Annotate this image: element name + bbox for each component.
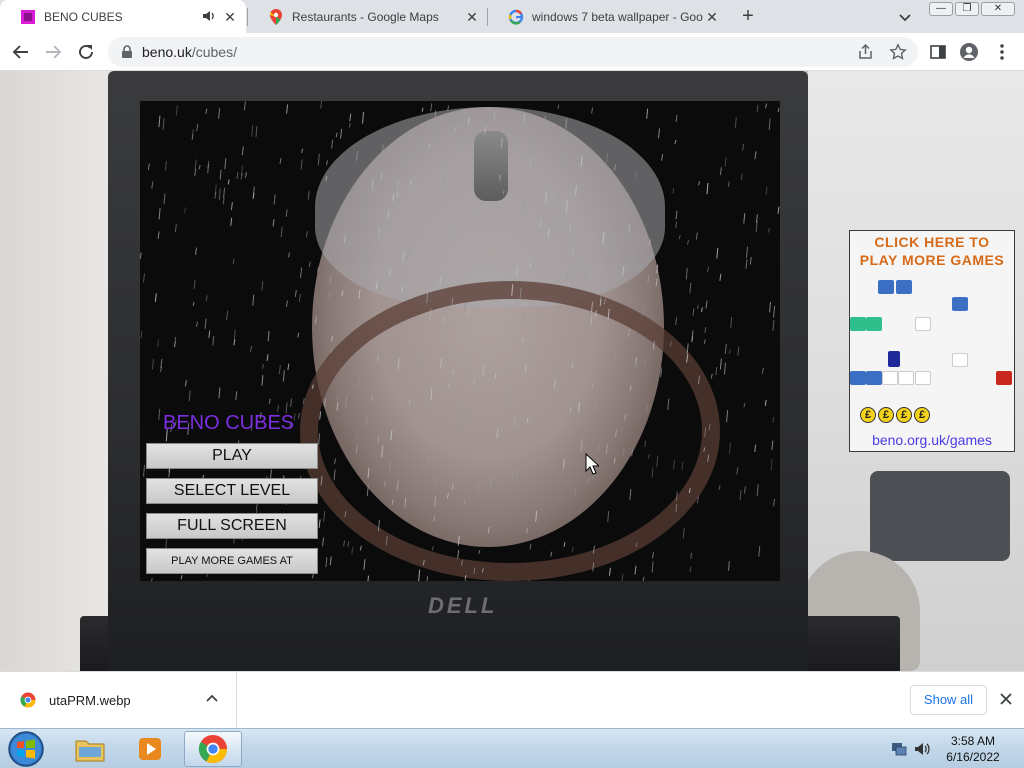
rain-effect [140,101,780,581]
close-icon[interactable] [998,691,1014,707]
page-content: DELL BENO CUBES PLAY SELECT LEVEL FULL S… [0,71,1024,671]
url-host: beno.uk [142,44,192,60]
close-tab-icon[interactable]: ✕ [222,9,238,25]
blue-cube [878,280,894,294]
blue-cube [952,297,968,311]
player-character-icon [888,351,900,367]
chevron-up-icon[interactable] [205,692,219,706]
restore-button[interactable]: ❐ [955,2,979,16]
coin-icon: £ [860,407,876,423]
tab-strip: BENO CUBES ✕ Restaurants - Google Maps ✕… [0,0,1024,33]
taskbar-clock[interactable]: 3:58 AM 6/16/2022 [938,733,1008,765]
bookmark-star-icon[interactable] [889,43,907,61]
forward-button[interactable] [42,41,64,63]
url-path: /cubes/ [191,44,237,60]
browser-toolbar: beno.uk/cubes/ [0,33,1024,71]
beno-favicon-icon [20,9,36,25]
coin-icon: £ [878,407,894,423]
reload-button[interactable] [75,41,97,63]
blue-cube [866,371,882,385]
clock-time: 3:58 AM [950,734,996,748]
network-icon[interactable] [890,740,908,758]
side-panel-icon[interactable] [927,41,949,63]
chrome-icon [198,734,228,764]
download-shelf: utaPRM.webp Show all [0,671,1024,728]
url-text: beno.uk/cubes/ [142,44,237,60]
blue-cube [896,280,912,294]
green-cube [850,317,866,331]
tab-google-search[interactable]: windows 7 beta wallpaper - Goo ✕ [488,0,728,33]
game-canvas[interactable]: BENO CUBES PLAY SELECT LEVEL FULL SCREEN… [140,101,780,581]
more-games-ad[interactable]: CLICK HERE TO PLAY MORE GAMES £ £ £ £ be… [849,230,1015,452]
maps-pin-icon [268,8,284,25]
tab-title: Restaurants - Google Maps [292,9,439,24]
folder-icon [75,740,105,762]
lock-icon[interactable] [120,45,134,59]
coin-icon: £ [914,407,930,423]
red-enemy-icon [996,371,1012,385]
taskbar-explorer[interactable] [62,731,118,767]
speaker-icon[interactable] [202,9,216,23]
laptop-brand: DELL [428,593,498,618]
tab-title: BENO CUBES [44,9,123,24]
profile-avatar-icon[interactable] [958,41,980,63]
taskbar-media-player[interactable] [122,731,178,767]
play-more-games-button[interactable]: PLAY MORE GAMES AT BENO.UK [146,548,318,581]
share-icon[interactable] [857,43,875,61]
media-player-icon [139,738,161,760]
ad-url[interactable]: beno.org.uk/games [850,432,1014,448]
download-filename: utaPRM.webp [49,693,131,708]
white-cube [915,371,931,385]
back-button[interactable] [10,41,32,63]
windows-taskbar: 3:58 AM 6/16/2022 [0,728,1024,768]
chevron-down-icon[interactable] [896,8,914,26]
address-bar[interactable]: beno.uk/cubes/ [108,37,918,67]
taskbar-chrome[interactable] [184,731,242,767]
show-all-button[interactable]: Show all [910,685,987,715]
full-screen-button[interactable]: FULL SCREEN [146,513,318,539]
ad-heading-line: CLICK HERE TO [874,234,990,250]
mouse-cursor-icon [585,453,599,475]
green-cube [866,317,882,331]
blue-cube [850,371,866,385]
coin-icon: £ [896,407,912,423]
clock-date: 6/16/2022 [946,750,1000,764]
tab-title: windows 7 beta wallpaper - Goo [532,9,703,24]
play-button[interactable]: PLAY [146,443,318,469]
white-cube [915,317,931,331]
volume-icon[interactable] [913,740,931,758]
game-title: BENO CUBES [163,412,295,434]
close-tab-icon[interactable]: ✕ [464,9,480,25]
tab-google-maps[interactable]: Restaurants - Google Maps ✕ [248,0,488,33]
white-cube [882,371,898,385]
window-close-button[interactable]: ✕ [981,2,1015,16]
chrome-file-icon [20,692,36,708]
select-level-button[interactable]: SELECT LEVEL [146,478,318,504]
ad-heading-line: PLAY MORE GAMES [859,252,1005,268]
ad-heading: CLICK HERE TO PLAY MORE GAMES [850,233,1014,269]
download-item[interactable]: utaPRM.webp [0,672,237,728]
menu-kebab-icon[interactable] [991,41,1013,63]
white-cube [898,371,914,385]
new-tab-button[interactable]: + [738,6,758,26]
tab-beno-cubes[interactable]: BENO CUBES ✕ [0,0,246,33]
minimize-button[interactable]: — [929,2,953,16]
close-tab-icon[interactable]: ✕ [704,9,720,25]
background-object [870,471,1010,561]
white-cube [952,353,968,367]
google-g-icon [508,9,524,25]
start-button[interactable] [6,730,46,768]
